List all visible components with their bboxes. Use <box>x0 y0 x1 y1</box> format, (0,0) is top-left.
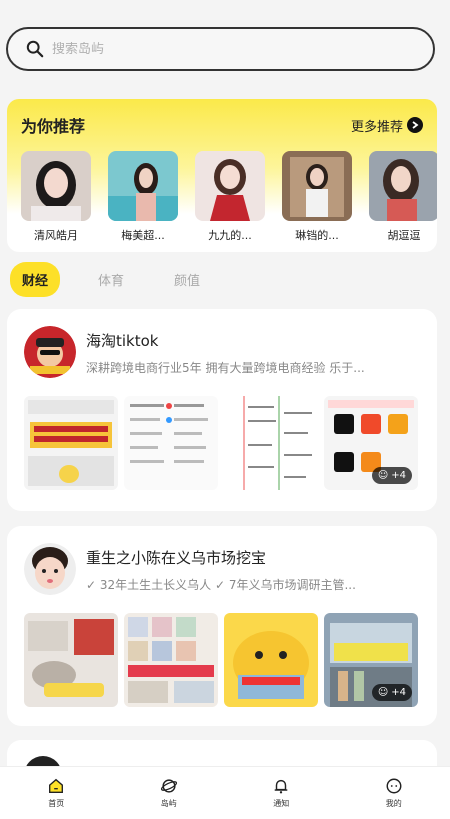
tabbar-label: 通知 <box>273 799 290 808</box>
tabbar-label: 岛屿 <box>160 799 177 808</box>
search-input[interactable] <box>52 41 392 57</box>
recommend-item[interactable]: 梅美超... <box>108 151 178 243</box>
home-icon <box>49 778 64 793</box>
island-icon <box>160 779 177 793</box>
search-icon <box>26 40 44 58</box>
post-image[interactable]: ☺ +4 <box>324 613 418 707</box>
tabbar-item-notifications[interactable]: 通知 <box>251 777 311 809</box>
more-recommend-button[interactable]: 更多推荐 <box>351 116 423 135</box>
recommend-avatar <box>369 151 437 221</box>
more-recommend-label: 更多推荐 <box>350 119 403 135</box>
more-images-badge[interactable]: ☺ +4 <box>371 467 412 484</box>
post-card[interactable]: 海淘tiktok 深耕跨境电商行业5年 拥有大量跨境电商经验 乐于... ☺ +… <box>7 309 437 511</box>
post-image[interactable] <box>124 396 218 490</box>
avatar[interactable] <box>24 326 76 378</box>
arrow-right-icon <box>407 117 423 133</box>
recommend-item[interactable]: 九九的... <box>195 151 265 243</box>
post-image[interactable] <box>24 396 118 490</box>
recommend-name: 琳铛的... <box>295 229 339 242</box>
recommend-avatar <box>282 151 352 221</box>
recommend-section: 为你推荐 更多推荐 清风皓月 梅美超... 九九的... 琳铛的... 胡逗逗 <box>7 99 437 252</box>
tab-sports[interactable]: 体育 <box>86 262 136 297</box>
post-image[interactable]: ☺ +4 <box>324 396 418 490</box>
recommend-name: 梅美超... <box>121 229 165 242</box>
recommend-name: 九九的... <box>208 229 252 242</box>
recommend-name: 清风皓月 <box>34 229 78 242</box>
more-images-count: +4 <box>391 470 406 481</box>
more-images-count: +4 <box>391 687 406 698</box>
post-image[interactable] <box>224 613 318 707</box>
tabbar-label: 我的 <box>385 799 402 808</box>
bell-icon <box>274 779 288 794</box>
recommend-title: 为你推荐 <box>21 117 86 136</box>
tab-finance[interactable]: 财经 <box>10 262 61 297</box>
tabbar-item-profile[interactable]: 我的 <box>364 777 424 809</box>
post-image[interactable] <box>224 396 318 490</box>
post-author-name: 重生之小陈在义乌市场挖宝 <box>86 549 267 567</box>
post-author-name: 海淘tiktok <box>86 332 159 350</box>
post-image[interactable] <box>124 613 218 707</box>
post-description: 深耕跨境电商行业5年 拥有大量跨境电商经验 乐于... <box>86 361 365 375</box>
more-images-badge[interactable]: ☺ +4 <box>371 684 412 701</box>
search-bar[interactable] <box>6 27 435 71</box>
tabbar-item-home[interactable]: 首页 <box>26 777 86 809</box>
recommend-item[interactable]: 胡逗逗 <box>369 151 437 243</box>
post-image[interactable] <box>24 613 118 707</box>
bottom-tab-bar: 首页 岛屿 通知 我的 <box>0 766 450 819</box>
tab-looks[interactable]: 颜值 <box>162 262 212 297</box>
recommend-avatar <box>21 151 91 221</box>
post-card[interactable]: 重生之小陈在义乌市场挖宝 ✓ 32年土生土长义乌人 ✓ 7年义乌市场调研主管..… <box>7 526 437 726</box>
recommend-name: 胡逗逗 <box>387 229 421 242</box>
recommend-avatar <box>195 151 265 221</box>
recommend-avatar <box>108 151 178 221</box>
avatar[interactable] <box>24 543 76 595</box>
recommend-item[interactable]: 清风皓月 <box>21 151 91 243</box>
profile-icon <box>386 778 402 794</box>
tabbar-label: 首页 <box>48 799 65 808</box>
tabbar-item-island[interactable]: 岛屿 <box>139 777 199 809</box>
face-icon: ☺ <box>377 470 389 481</box>
recommend-item[interactable]: 琳铛的... <box>282 151 352 243</box>
post-description: ✓ 32年土生土长义乌人 ✓ 7年义乌市场调研主管... <box>86 578 356 592</box>
face-icon: ☺ <box>377 687 389 698</box>
category-tabs: 财经 体育 颜值 <box>10 262 212 297</box>
